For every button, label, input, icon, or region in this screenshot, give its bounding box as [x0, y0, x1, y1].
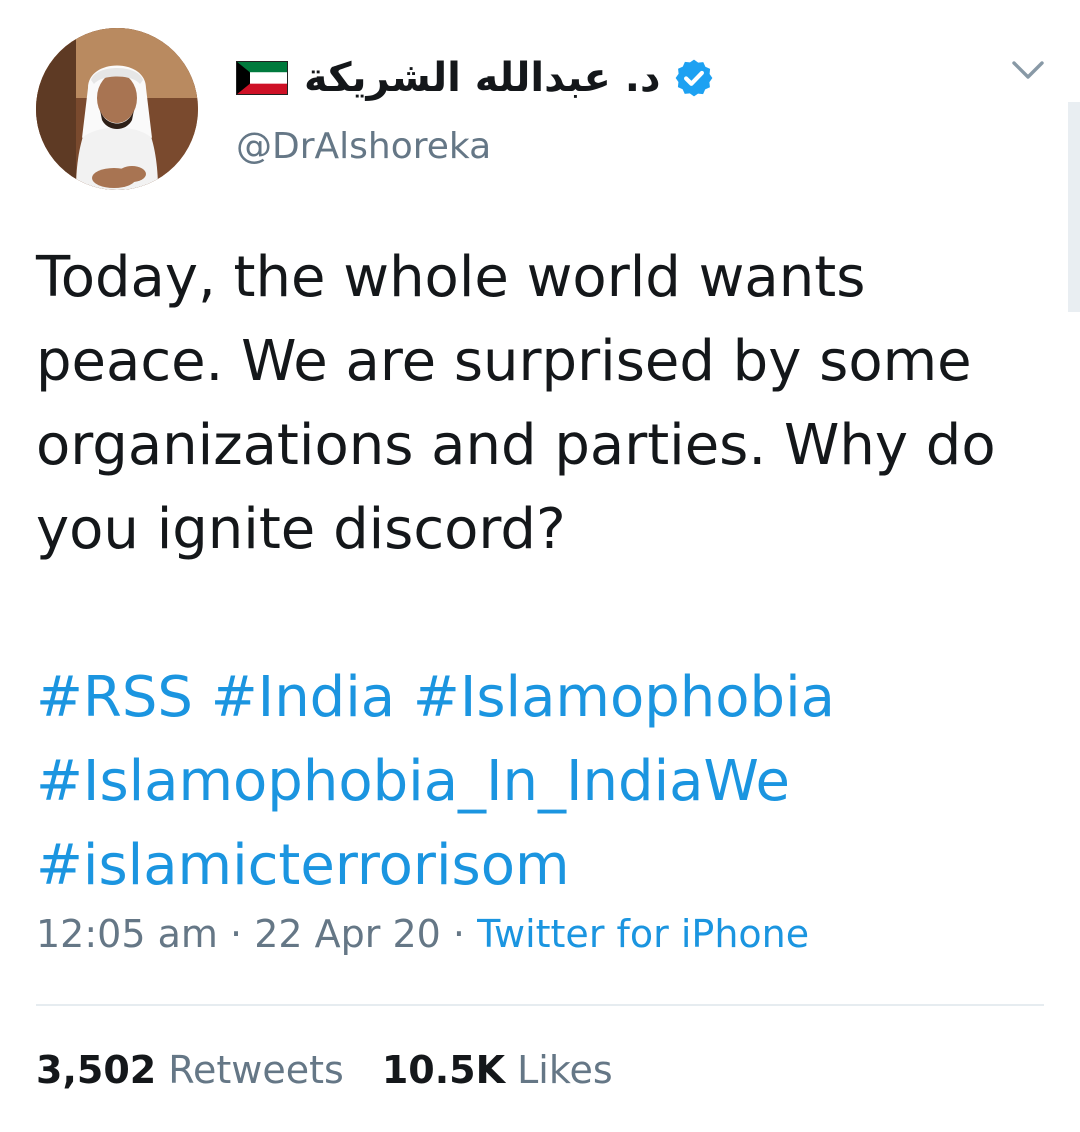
meta-separator: · [230, 912, 243, 956]
tweet-detail: د. عبدالله الشريكة @DrAlshoreka Today, t… [0, 0, 1080, 1132]
likes-stat[interactable]: 10.5K Likes [382, 1048, 613, 1092]
person-avatar-icon [36, 28, 198, 190]
retweets-label: Retweets [168, 1048, 344, 1092]
hashtag-rss[interactable]: #RSS [36, 665, 193, 730]
name-row[interactable]: د. عبدالله الشريكة [236, 50, 715, 106]
retweets-stat[interactable]: 3,502 Retweets [36, 1048, 344, 1092]
hashtags: #RSS #India #Islamophobia #Islamophobia_… [36, 656, 1046, 908]
tweet-header: د. عبدالله الشريكة @DrAlshoreka [36, 28, 1046, 193]
chevron-down-icon[interactable] [1010, 58, 1046, 82]
kuwait-flag-icon [236, 61, 288, 95]
verified-badge-icon [675, 59, 712, 97]
scrollbar[interactable] [1068, 102, 1080, 312]
hashtag-islamophobia-in-india[interactable]: #Islamophobia_In_IndiaWe [36, 749, 790, 814]
meta-separator-2: · [452, 912, 465, 956]
display-name[interactable]: د. عبدالله الشريكة [304, 55, 661, 101]
tweet-meta: 12:05 am · 22 Apr 20 · Twitter for iPhon… [36, 912, 809, 956]
divider [36, 1004, 1044, 1006]
likes-count: 10.5K [381, 1048, 506, 1092]
tweet-source-link[interactable]: Twitter for iPhone [477, 912, 809, 956]
tweet-date: 22 Apr 20 [254, 912, 441, 956]
tweet-body: Today, the whole world wants peace. We a… [36, 236, 1046, 908]
hashtag-india[interactable]: #India [211, 665, 395, 730]
tweet-stats: 3,502 Retweets 10.5K Likes [36, 1048, 651, 1092]
likes-label: Likes [517, 1048, 613, 1092]
hashtag-islamophobia[interactable]: #Islamophobia [413, 665, 835, 730]
retweets-count: 3,502 [36, 1048, 157, 1092]
tweet-time: 12:05 am [36, 912, 218, 956]
user-handle[interactable]: @DrAlshoreka [236, 126, 491, 167]
tweet-text: Today, the whole world wants peace. We a… [36, 245, 996, 562]
avatar[interactable] [36, 28, 198, 190]
hashtag-islamicterrorisom[interactable]: #islamicterrorisom [36, 833, 570, 898]
